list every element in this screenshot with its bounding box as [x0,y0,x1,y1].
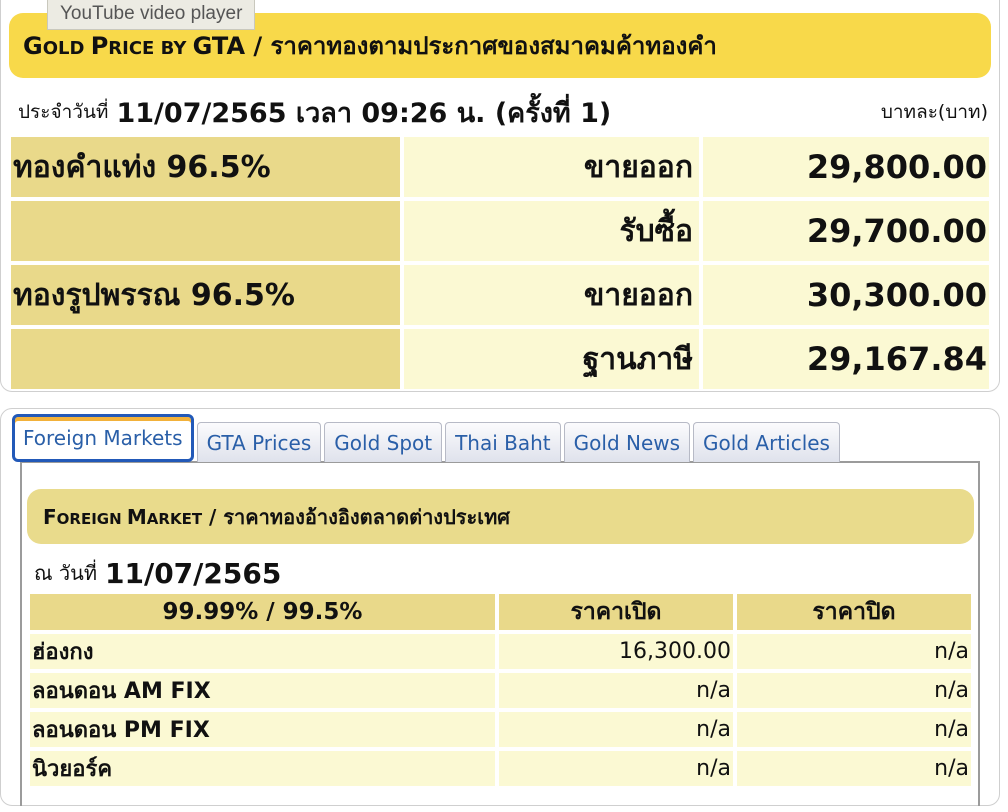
foreign-date-label: ณ วันที่ [34,561,97,585]
table-row: ฮ่องกง 16,300.00 n/a [30,634,971,669]
foreign-market-table: 99.99% / 99.5% ราคาเปิด ราคาปิด ฮ่องกง 1… [30,590,971,790]
table-row: ทองคำแท่ง 96.5% ขายออก 29,800.00 [11,137,989,197]
category-cell: ทองคำแท่ง 96.5% [11,137,400,197]
header-open-price: ราคาเปิด [494,594,733,630]
open-price: 16,300.00 [494,634,733,669]
open-price: n/a [494,673,733,708]
category-cell: ทองรูปพรรณ 96.5% [11,265,400,325]
announcement-date-line: ประจำวันที่ 11/07/2565 เวลา 09:26 น. (คร… [18,92,988,132]
gta-price-table: ทองคำแท่ง 96.5% ขายออก 29,800.00 รับซื้อ… [11,133,989,393]
tab-gold-articles[interactable]: Gold Articles [693,422,840,462]
open-price: n/a [494,712,733,747]
close-price: n/a [732,712,971,747]
type-cell: ฐานภาษี [400,329,699,389]
table-header-row: 99.99% / 99.5% ราคาเปิด ราคาปิด [30,594,971,630]
title-en: GOLD PRICE BY GTA [23,31,246,60]
table-row: ลอนดอน AM FIX n/a n/a [30,673,971,708]
title-separator: / [245,31,271,60]
type-cell: รับซื้อ [400,201,699,261]
category-cell [11,329,400,389]
category-cell [11,201,400,261]
market-name: ฮ่องกง [30,634,495,669]
table-row: รับซื้อ 29,700.00 [11,201,989,261]
tab-foreign-markets[interactable]: Foreign Markets [12,414,194,462]
market-name: ลอนดอน PM FIX [30,712,495,747]
tab-gta-prices[interactable]: GTA Prices [196,422,322,462]
close-price: n/a [732,673,971,708]
foreign-date-value: 11/07/2565 [105,556,282,590]
table-row: ฐานภาษี 29,167.84 [11,329,989,389]
market-name: ลอนดอน AM FIX [30,673,495,708]
table-row: นิวยอร์ค n/a n/a [30,751,971,786]
tab-gold-news[interactable]: Gold News [563,422,691,462]
close-price: n/a [732,751,971,786]
tab-bar: Foreign Markets GTA Prices Gold Spot Tha… [12,414,840,462]
date-value: 11/07/2565 เวลา 09:26 น. (ครั้งที่ 1) [116,97,612,129]
header-purity: 99.99% / 99.5% [30,594,495,630]
close-price: n/a [732,634,971,669]
foreign-date-line: ณ วันที่ 11/07/2565 [34,555,281,591]
price-cell: 30,300.00 [699,265,989,325]
type-cell: ขายออก [400,137,699,197]
tooltip: YouTube video player [47,0,256,30]
foreign-title-separator: / [202,504,224,529]
open-price: n/a [494,751,733,786]
foreign-title-th: ราคาทองอ้างอิงตลาดต่างประเทศ [223,504,510,529]
tab-gold-spot[interactable]: Gold Spot [324,422,443,462]
type-cell: ขายออก [400,265,699,325]
foreign-market-title-bar: FOREIGN MARKET / ราคาทองอ้างอิงตลาดต่างป… [27,489,974,544]
date-label: ประจำวันที่ [18,101,109,123]
table-row: ลอนดอน PM FIX n/a n/a [30,712,971,747]
table-row: ทองรูปพรรณ 96.5% ขายออก 30,300.00 [11,265,989,325]
price-cell: 29,167.84 [699,329,989,389]
price-cell: 29,700.00 [699,201,989,261]
price-cell: 29,800.00 [699,137,989,197]
market-name: นิวยอร์ค [30,751,495,786]
tab-thai-baht[interactable]: Thai Baht [445,422,561,462]
header-close-price: ราคาปิด [732,594,971,630]
foreign-title-en: FOREIGN MARKET [43,504,203,529]
unit-label: บาทละ(บาท) [880,101,988,123]
title-th: ราคาทองตามประกาศของสมาคมค้าทองคำ [270,32,717,60]
